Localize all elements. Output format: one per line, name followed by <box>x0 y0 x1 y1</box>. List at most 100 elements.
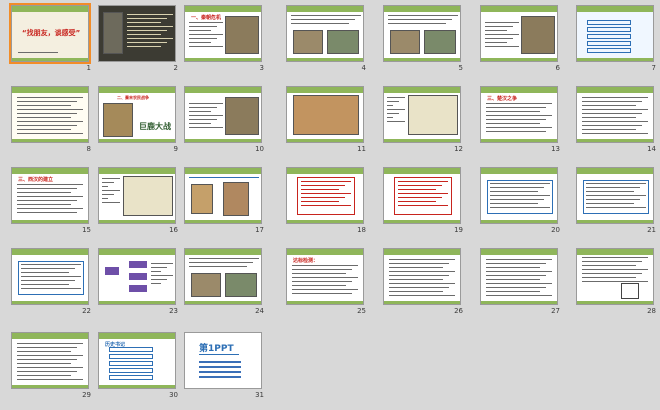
text-line-decoration <box>17 355 83 356</box>
slide-thumbnail-25[interactable]: 达标检测： <box>286 248 364 305</box>
slide-photo <box>293 30 323 54</box>
slide-thumbnail-23[interactable] <box>98 248 176 305</box>
slide-number: 21 <box>647 226 656 234</box>
slide-thumbnail-18[interactable] <box>286 167 364 224</box>
text-line-decoration <box>389 291 443 292</box>
slide-text-box <box>394 177 452 215</box>
slide-thumbnail-5[interactable] <box>383 5 461 62</box>
slide-thumbnail-14[interactable] <box>576 86 654 143</box>
slide-footer-bar <box>12 58 88 61</box>
slide-thumbnail-24[interactable] <box>184 248 262 305</box>
list-item-decoration <box>587 20 631 25</box>
slide-footer-bar <box>481 301 557 304</box>
slide-thumbnail-3[interactable]: 一、秦朝危机 <box>184 5 262 62</box>
slide-header-bar <box>185 168 261 174</box>
text-line-decoration <box>586 191 634 192</box>
list-item-decoration <box>587 27 631 32</box>
text-line-decoration <box>485 26 513 27</box>
slide-thumbnail-11[interactable] <box>286 86 364 143</box>
text-line-decoration <box>127 18 167 19</box>
slide-thumbnail-4[interactable] <box>286 5 364 62</box>
text-line-decoration <box>17 101 77 102</box>
text-line-decoration <box>582 109 648 110</box>
text-line-decoration <box>151 279 167 280</box>
slide-header-bar <box>12 249 88 255</box>
slide-number: 23 <box>169 307 178 315</box>
slide-footer-bar <box>384 139 460 142</box>
text-line-decoration <box>127 22 161 23</box>
text-line-decoration <box>485 38 513 39</box>
text-line-decoration <box>292 289 358 290</box>
slide-number: 22 <box>82 307 91 315</box>
text-line-decoration <box>490 203 538 204</box>
text-line-decoration <box>387 117 393 118</box>
slide-number: 29 <box>82 391 91 399</box>
slide-thumbnail-22[interactable] <box>11 248 89 305</box>
text-line-decoration <box>292 277 358 278</box>
text-line-decoration <box>17 125 77 126</box>
text-line-decoration <box>127 26 173 27</box>
slide-footer-bar <box>185 220 261 223</box>
slide-thumbnail-16[interactable] <box>98 167 176 224</box>
slide-thumbnail-20[interactable] <box>480 167 558 224</box>
text-line-decoration <box>151 283 161 284</box>
slide-header-bar <box>99 333 175 339</box>
list-item-decoration <box>109 368 153 373</box>
slide-header-bar <box>577 249 653 255</box>
slide-thumbnail-27[interactable] <box>480 248 558 305</box>
text-line-decoration <box>189 123 211 124</box>
text-line-decoration <box>102 186 108 187</box>
slide-thumbnail-1[interactable]: “找朋友，谈感受” <box>9 3 91 64</box>
text-line-decoration <box>17 121 83 122</box>
slide-thumbnail-15[interactable]: 三、西汉的建立 <box>11 167 89 224</box>
slide-diagram-box <box>129 261 147 268</box>
slide-photo <box>103 12 123 54</box>
slide-grid <box>621 283 639 299</box>
text-line-decoration <box>387 121 405 122</box>
slide-thumbnail-2[interactable] <box>98 5 176 62</box>
text-line-decoration <box>127 42 167 43</box>
slide-thumbnail-9[interactable]: 二、秦末农民战争 巨鹿大战 <box>98 86 176 143</box>
slide-thumbnail-29[interactable] <box>11 332 89 389</box>
slide-footer-bar <box>287 139 363 142</box>
text-line-decoration <box>388 23 446 24</box>
text-line-decoration <box>301 197 345 198</box>
slide-thumbnail-8[interactable] <box>11 86 89 143</box>
slide-number: 8 <box>86 145 91 153</box>
slide-thumbnail-6[interactable] <box>480 5 558 62</box>
list-item-decoration <box>109 354 153 359</box>
slide-thumbnail-30[interactable]: 历史书记 <box>98 332 176 389</box>
slide-footer-bar <box>99 301 175 304</box>
text-line-decoration <box>292 265 358 266</box>
slide-header-bar <box>287 87 363 93</box>
slide-thumbnail-26[interactable] <box>383 248 461 305</box>
slide-thumbnail-12[interactable] <box>383 86 461 143</box>
list-item-decoration <box>587 48 631 53</box>
slide-thumbnail-17[interactable] <box>184 167 262 224</box>
slide-text-box <box>297 177 355 215</box>
slide-thumbnail-19[interactable] <box>383 167 461 224</box>
slide-thumbnail-21[interactable] <box>576 167 654 224</box>
slide-header-bar <box>481 249 557 255</box>
text-line-decoration <box>291 23 349 24</box>
slide-footer-bar <box>384 301 460 304</box>
slide-footer-bar <box>185 301 261 304</box>
text-line-decoration <box>398 181 448 182</box>
slide-thumbnail-13[interactable]: 三、楚汉之争 <box>480 86 558 143</box>
text-line-decoration <box>490 195 550 196</box>
slide-thumbnail-28[interactable] <box>576 248 654 305</box>
text-line-decoration <box>17 188 77 189</box>
text-line-decoration <box>17 109 83 110</box>
text-line-decoration <box>189 107 217 108</box>
slide-number: 7 <box>651 64 656 72</box>
text-line-decoration <box>17 133 83 134</box>
slide-number: 4 <box>361 64 366 72</box>
slide-thumbnail-31[interactable]: 第1PPT <box>184 332 262 389</box>
slide-number: 28 <box>647 307 656 315</box>
text-line-decoration <box>189 111 211 112</box>
slide-thumbnail-10[interactable] <box>184 86 262 143</box>
slide-photo <box>191 273 221 297</box>
text-line-decoration <box>199 371 241 373</box>
slide-thumbnail-7[interactable] <box>576 5 654 62</box>
list-item-decoration <box>587 41 631 46</box>
